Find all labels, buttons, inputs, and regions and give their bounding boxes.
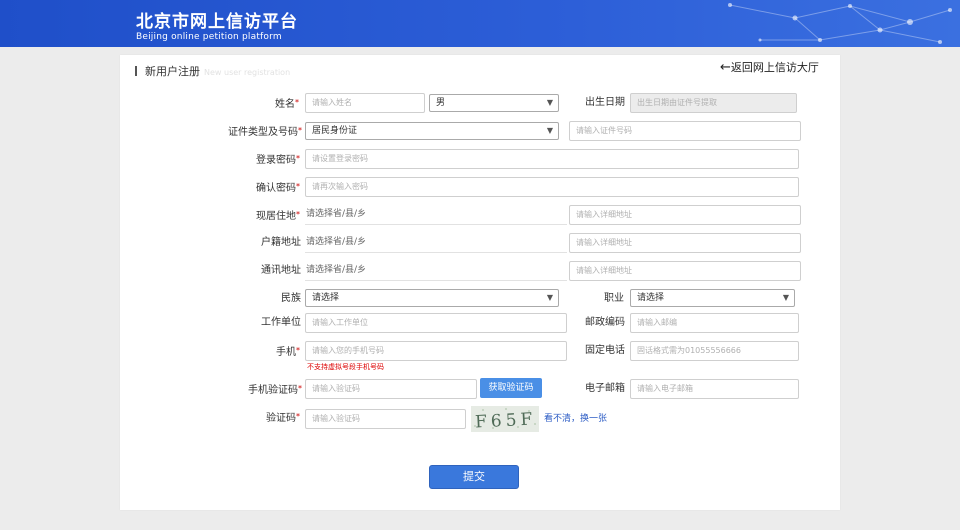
- arrow-left-icon: ←: [720, 60, 731, 75]
- id-number-input[interactable]: 请输入证件号码: [569, 121, 801, 141]
- sms-code-input[interactable]: 请输入验证码: [305, 379, 477, 399]
- landline-label: 固定电话: [585, 345, 625, 356]
- confirm-password-label: 确认密码*: [256, 182, 300, 194]
- captcha-noise-icon: F65F: [474, 408, 537, 432]
- chevron-down-icon: ▼: [546, 98, 553, 107]
- section-title-ghost: New user registration: [204, 68, 291, 77]
- postcode-label: 邮政编码: [585, 317, 625, 328]
- residence-label: 现居住地*: [256, 210, 300, 222]
- mobile-hint: 不支持虚拟号段手机号码: [307, 363, 384, 371]
- id-type-select[interactable]: 居民身份证 ▼: [305, 122, 559, 140]
- household-region-picker[interactable]: 请选择省/县/乡: [305, 233, 567, 253]
- confirm-password-input[interactable]: 请再次输入密码: [305, 177, 799, 197]
- landline-input[interactable]: 固话格式需为01055556666: [630, 341, 799, 361]
- section-bar: [135, 66, 137, 76]
- ethnicity-label: 民族: [281, 293, 301, 304]
- captcha-text: F65F: [475, 409, 537, 432]
- mailing-label: 通讯地址: [261, 265, 301, 276]
- email-input[interactable]: 请输入电子邮箱: [630, 379, 799, 399]
- occupation-select[interactable]: 请选择 ▼: [630, 289, 795, 307]
- password-label: 登录密码*: [256, 154, 300, 166]
- network-decoration-icon: [728, 3, 952, 44]
- captcha-input[interactable]: 请输入验证码: [305, 409, 466, 429]
- workplace-input[interactable]: 请输入工作单位: [305, 313, 567, 333]
- name-input[interactable]: 请输入姓名: [305, 93, 425, 113]
- section-header: 新用户注册 New user registration: [135, 65, 290, 80]
- sms-code-label: 手机验证码*: [248, 384, 302, 396]
- ethnicity-select[interactable]: 请选择 ▼: [305, 289, 559, 307]
- mailing-region-picker[interactable]: 请选择省/县/乡: [305, 261, 567, 281]
- birth-date-field: 出生日期由证件号提取: [630, 93, 797, 113]
- occupation-label: 职业: [604, 293, 624, 304]
- birth-label: 出生日期: [585, 97, 625, 108]
- submit-button[interactable]: 提交: [429, 465, 519, 489]
- residence-region-picker[interactable]: 请选择省/县/乡: [305, 205, 567, 225]
- postcode-input[interactable]: 请输入邮编: [630, 313, 799, 333]
- chevron-down-icon: ▼: [546, 126, 553, 135]
- id-doc-label: 证件类型及号码*: [228, 126, 302, 138]
- password-input[interactable]: 请设置登录密码: [305, 149, 799, 169]
- residence-detail-input[interactable]: 请输入详细地址: [569, 205, 801, 225]
- back-to-hall-link[interactable]: ←返回网上信访大厅: [720, 61, 819, 75]
- chevron-down-icon: ▼: [782, 293, 789, 302]
- name-label: 姓名*: [275, 98, 299, 110]
- site-header: 北京市网上信访平台 Beijing online petition platfo…: [0, 0, 960, 47]
- mailing-detail-input[interactable]: 请输入详细地址: [569, 261, 801, 281]
- workplace-label: 工作单位: [261, 317, 301, 328]
- mobile-label: 手机*: [276, 346, 300, 358]
- captcha-label: 验证码*: [266, 412, 300, 424]
- chevron-down-icon: ▼: [546, 293, 553, 302]
- refresh-captcha-link[interactable]: 看不清，换一张: [544, 413, 607, 425]
- gender-select[interactable]: 男 ▼: [429, 94, 559, 112]
- household-label: 户籍地址: [261, 237, 301, 248]
- mobile-input[interactable]: 请输入您的手机号码: [305, 341, 567, 361]
- back-link-label: 返回网上信访大厅: [730, 61, 819, 74]
- section-title: 新用户注册: [145, 65, 200, 78]
- email-label: 电子邮箱: [585, 383, 625, 394]
- site-title-english: Beijing online petition platform: [136, 32, 282, 42]
- captcha-image[interactable]: F65F: [471, 406, 539, 432]
- household-detail-input[interactable]: 请输入详细地址: [569, 233, 801, 253]
- site-title: 北京市网上信访平台: [136, 12, 298, 32]
- get-sms-code-button[interactable]: 获取验证码: [480, 378, 542, 398]
